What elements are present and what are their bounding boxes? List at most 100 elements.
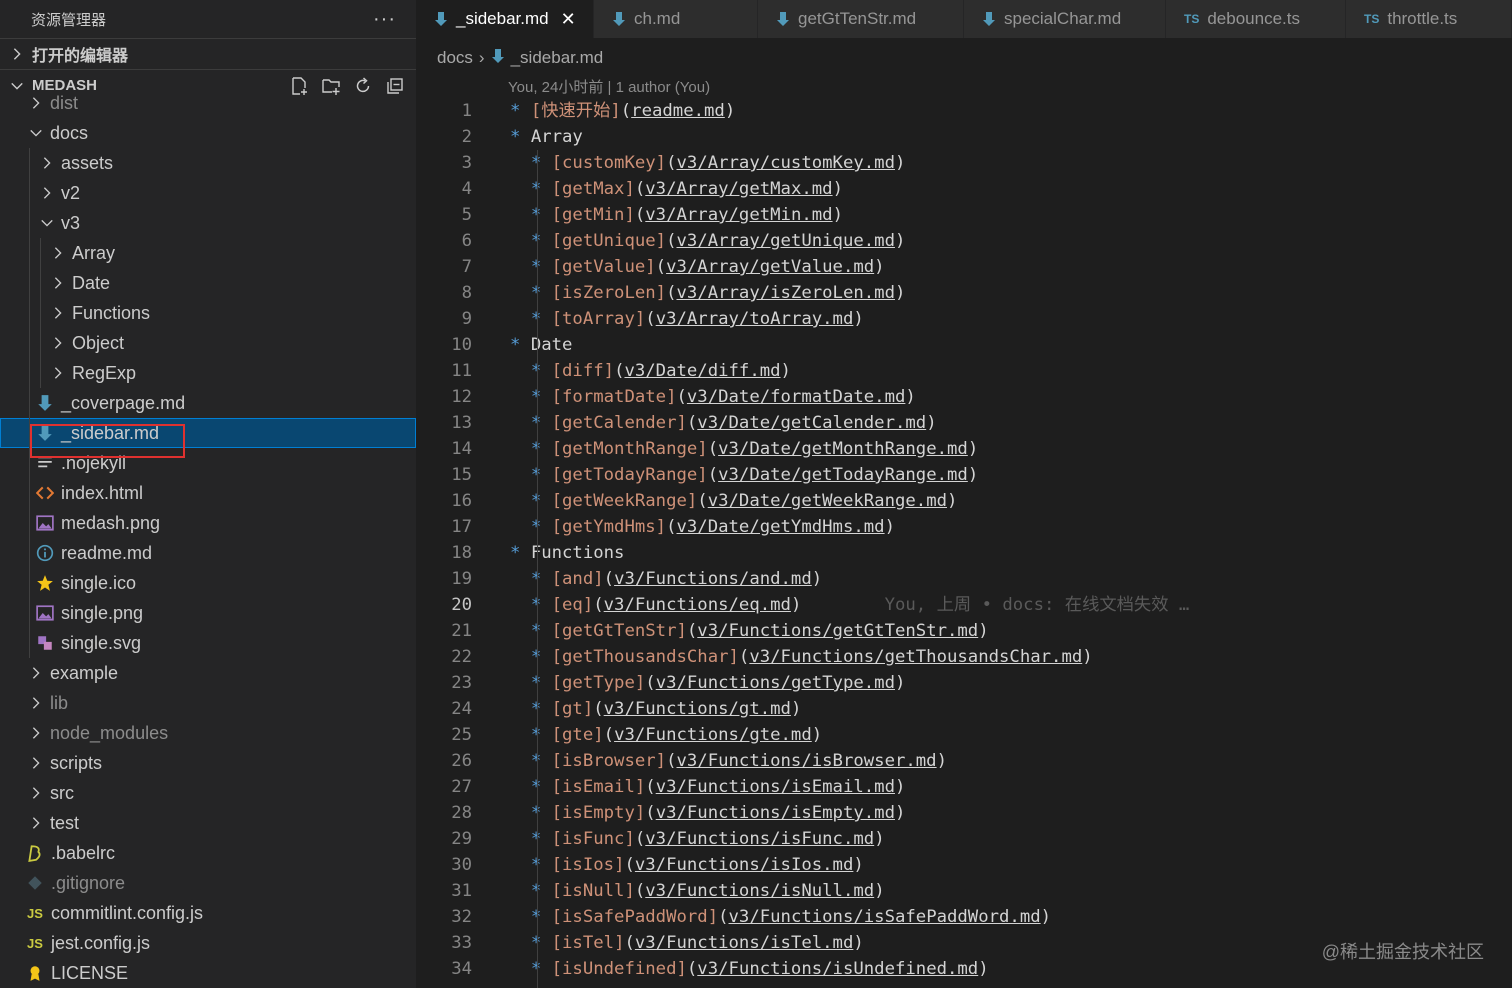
link-url[interactable]: v3/Functions/isSafePaddWord.md bbox=[729, 907, 1041, 927]
breadcrumb-folder[interactable]: docs bbox=[437, 48, 473, 68]
code-line[interactable]: 14 * [getMonthRange](v3/Date/getMonthRan… bbox=[416, 436, 1512, 462]
link-url[interactable]: v3/Functions/isNull.md bbox=[645, 881, 874, 901]
tab-debounce-ts[interactable]: TS debounce.ts bbox=[1166, 0, 1346, 38]
file-medash-png[interactable]: medash.png bbox=[0, 508, 416, 538]
folder-scripts[interactable]: scripts bbox=[0, 748, 416, 778]
code-line[interactable]: 24 * [gt](v3/Functions/gt.md) bbox=[416, 696, 1512, 722]
file-nojekyll[interactable]: .nojekyll bbox=[0, 448, 416, 478]
file-index-html[interactable]: index.html bbox=[0, 478, 416, 508]
link-url[interactable]: v3/Date/formatDate.md bbox=[687, 387, 906, 407]
link-url[interactable]: v3/Date/getWeekRange.md bbox=[708, 491, 947, 511]
code-line[interactable]: 20 * [eq](v3/Functions/eq.md) You, 上周 • … bbox=[416, 592, 1512, 618]
close-icon[interactable]: ✕ bbox=[561, 9, 576, 30]
file-single-png[interactable]: single.png bbox=[0, 598, 416, 628]
code-line[interactable]: 6 * [getUnique](v3/Array/getUnique.md) bbox=[416, 228, 1512, 254]
link-url[interactable]: v3/Functions/isUndefined.md bbox=[697, 959, 978, 979]
code-line[interactable]: 30 * [isIos](v3/Functions/isIos.md) bbox=[416, 852, 1512, 878]
code-line[interactable]: 1 * [快速开始](readme.md) bbox=[416, 98, 1512, 124]
file-coverpage-md[interactable]: _coverpage.md bbox=[0, 388, 416, 418]
breadcrumb-file[interactable]: _sidebar.md bbox=[511, 48, 604, 68]
link-url[interactable]: v3/Functions/isEmpty.md bbox=[656, 803, 895, 823]
code-line[interactable]: 7 * [getValue](v3/Array/getValue.md) bbox=[416, 254, 1512, 280]
code-line[interactable]: 18 * Functions bbox=[416, 540, 1512, 566]
code-line[interactable]: 17 * [getYmdHms](v3/Date/getYmdHms.md) bbox=[416, 514, 1512, 540]
tab-specialchar-md[interactable]: specialChar.md bbox=[964, 0, 1166, 38]
link-url[interactable]: v3/Functions/getThousandsChar.md bbox=[749, 647, 1082, 667]
code-line[interactable]: 12 * [formatDate](v3/Date/formatDate.md) bbox=[416, 384, 1512, 410]
link-url[interactable]: v3/Functions/gt.md bbox=[604, 699, 791, 719]
link-url[interactable]: v3/Functions/getType.md bbox=[656, 673, 895, 693]
file-license[interactable]: LICENSE bbox=[0, 958, 416, 988]
folder-src[interactable]: src bbox=[0, 778, 416, 808]
tab-throttle-ts[interactable]: TS throttle.ts bbox=[1346, 0, 1512, 38]
folder-v2[interactable]: v2 bbox=[0, 178, 416, 208]
code-line[interactable]: 31 * [isNull](v3/Functions/isNull.md) bbox=[416, 878, 1512, 904]
code-line[interactable]: 15 * [getTodayRange](v3/Date/getTodayRan… bbox=[416, 462, 1512, 488]
link-url[interactable]: v3/Functions/isIos.md bbox=[635, 855, 854, 875]
link-url[interactable]: v3/Date/getTodayRange.md bbox=[718, 465, 968, 485]
link-url[interactable]: v3/Array/customKey.md bbox=[676, 153, 895, 173]
tab-sidebar-md[interactable]: _sidebar.md ✕ bbox=[416, 0, 594, 38]
code-line[interactable]: 5 * [getMin](v3/Array/getMin.md) bbox=[416, 202, 1512, 228]
code-line[interactable]: 28 * [isEmpty](v3/Functions/isEmpty.md) bbox=[416, 800, 1512, 826]
file-readme-md[interactable]: readme.md bbox=[0, 538, 416, 568]
file-jest-config-js[interactable]: JS jest.config.js bbox=[0, 928, 416, 958]
link-url[interactable]: v3/Functions/isBrowser.md bbox=[676, 751, 936, 771]
code-line[interactable]: 27 * [isEmail](v3/Functions/isEmail.md) bbox=[416, 774, 1512, 800]
code-line[interactable]: 23 * [getType](v3/Functions/getType.md) bbox=[416, 670, 1512, 696]
code-line[interactable]: 16 * [getWeekRange](v3/Date/getWeekRange… bbox=[416, 488, 1512, 514]
folder-regexp[interactable]: RegExp bbox=[0, 358, 416, 388]
file-commitlint-config-js[interactable]: JS commitlint.config.js bbox=[0, 898, 416, 928]
folder-assets[interactable]: assets bbox=[0, 148, 416, 178]
link-url[interactable]: v3/Array/isZeroLen.md bbox=[676, 283, 895, 303]
code-line[interactable]: 29 * [isFunc](v3/Functions/isFunc.md) bbox=[416, 826, 1512, 852]
code-line[interactable]: 25 * [gte](v3/Functions/gte.md) bbox=[416, 722, 1512, 748]
folder-v3[interactable]: v3 bbox=[0, 208, 416, 238]
link-url[interactable]: v3/Date/getMonthRange.md bbox=[718, 439, 968, 459]
file-single-svg[interactable]: single.svg bbox=[0, 628, 416, 658]
link-url[interactable]: v3/Array/getMax.md bbox=[645, 179, 832, 199]
link-url[interactable]: v3/Functions/eq.md bbox=[604, 595, 791, 615]
folder-docs[interactable]: docs bbox=[0, 118, 416, 148]
link-url[interactable]: v3/Functions/isFunc.md bbox=[645, 829, 874, 849]
codelens-blame[interactable]: You, 24小时前 | 1 author (You) bbox=[508, 76, 710, 97]
folder-example[interactable]: example bbox=[0, 658, 416, 688]
folder-array[interactable]: Array bbox=[0, 238, 416, 268]
code-line[interactable]: 2 * Array bbox=[416, 124, 1512, 150]
code-line[interactable]: 10 * Date bbox=[416, 332, 1512, 358]
code-line[interactable]: 32 * [isSafePaddWord](v3/Functions/isSaf… bbox=[416, 904, 1512, 930]
link-url[interactable]: v3/Functions/getGtTenStr.md bbox=[697, 621, 978, 641]
folder-lib[interactable]: lib bbox=[0, 688, 416, 718]
link-url[interactable]: v3/Array/getValue.md bbox=[666, 257, 874, 277]
tab-ch-md[interactable]: ch.md bbox=[594, 0, 758, 38]
code-line[interactable]: 26 * [isBrowser](v3/Functions/isBrowser.… bbox=[416, 748, 1512, 774]
file-babelrc[interactable]: .babelrc bbox=[0, 838, 416, 868]
link-url[interactable]: readme.md bbox=[631, 101, 725, 121]
code-line[interactable]: 21 * [getGtTenStr](v3/Functions/getGtTen… bbox=[416, 618, 1512, 644]
link-url[interactable]: v3/Array/getUnique.md bbox=[676, 231, 895, 251]
link-url[interactable]: v3/Functions/gte.md bbox=[614, 725, 812, 745]
code-line[interactable]: 19 * [and](v3/Functions/and.md) bbox=[416, 566, 1512, 592]
link-url[interactable]: v3/Array/getMin.md bbox=[645, 205, 832, 225]
file-sidebar-md[interactable]: _sidebar.md bbox=[0, 418, 416, 448]
link-url[interactable]: v3/Functions/isTel.md bbox=[635, 933, 854, 953]
folder-node-modules[interactable]: node_modules bbox=[0, 718, 416, 748]
code-editor[interactable]: 1* [快速开始](readme.md)2* Array3 * [customK… bbox=[416, 98, 1512, 988]
code-line[interactable]: 4 * [getMax](v3/Array/getMax.md) bbox=[416, 176, 1512, 202]
open-editors-header[interactable]: 打开的编辑器 bbox=[0, 38, 416, 69]
code-line[interactable]: 8 * [isZeroLen](v3/Array/isZeroLen.md) bbox=[416, 280, 1512, 306]
code-line[interactable]: 13 * [getCalender](v3/Date/getCalender.m… bbox=[416, 410, 1512, 436]
link-url[interactable]: v3/Date/diff.md bbox=[624, 361, 780, 381]
link-url[interactable]: v3/Date/getYmdHms.md bbox=[676, 517, 884, 537]
tab-getgttenstr-md[interactable]: getGtTenStr.md bbox=[758, 0, 964, 38]
folder-functions[interactable]: Functions bbox=[0, 298, 416, 328]
code-line[interactable]: 9 * [toArray](v3/Array/toArray.md) bbox=[416, 306, 1512, 332]
folder-date[interactable]: Date bbox=[0, 268, 416, 298]
more-actions-icon[interactable]: ··· bbox=[373, 8, 396, 31]
link-url[interactable]: v3/Array/toArray.md bbox=[656, 309, 854, 329]
code-line[interactable]: 3 * [customKey](v3/Array/customKey.md) bbox=[416, 150, 1512, 176]
code-line[interactable]: 11 * [diff](v3/Date/diff.md) bbox=[416, 358, 1512, 384]
link-url[interactable]: v3/Date/getCalender.md bbox=[697, 413, 926, 433]
code-line[interactable]: 22 * [getThousandsChar](v3/Functions/get… bbox=[416, 644, 1512, 670]
folder-test[interactable]: test bbox=[0, 808, 416, 838]
